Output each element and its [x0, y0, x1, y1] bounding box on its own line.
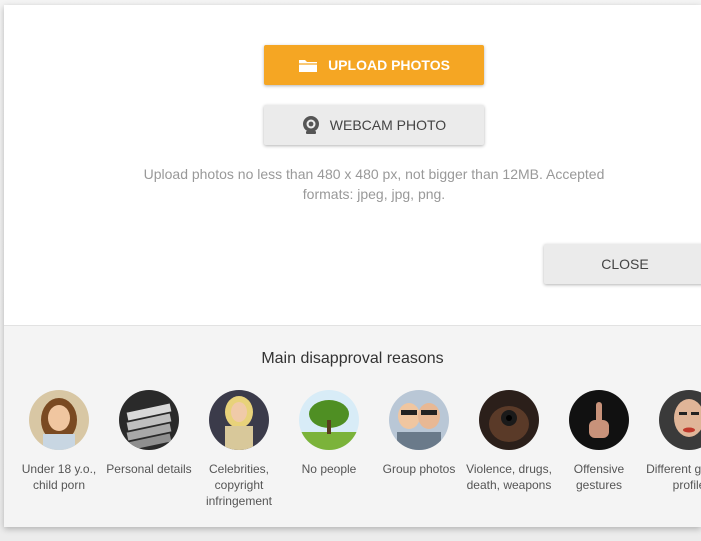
disapproval-reasons-panel: Main disapproval reasons Under 18 y.o., … [4, 325, 701, 527]
reason-no-people: No people [284, 390, 374, 477]
reason-personal-details: Personal details [104, 390, 194, 477]
reason-label: Different gender profile [646, 462, 701, 492]
card-index-thumb [119, 390, 179, 450]
reason-violence: Violence, drugs, death, weapons [464, 390, 554, 493]
folder-icon [298, 57, 318, 73]
webcam-icon [302, 115, 320, 135]
upload-photos-button[interactable]: UPLOAD PHOTOS [264, 45, 484, 85]
reason-different-gender: Different gender profile [644, 390, 701, 493]
reason-label: Under 18 y.o., child porn [21, 462, 97, 492]
close-button[interactable]: CLOSE [544, 244, 701, 284]
reason-offensive-gestures: Offensive gestures [554, 390, 644, 493]
disapproval-reasons-title: Main disapproval reasons [261, 350, 444, 367]
webcam-photo-label: WEBCAM PHOTO [329, 117, 447, 133]
reason-label: Celebrities, copyright infringement [205, 462, 273, 508]
tree-photo-thumb [299, 390, 359, 450]
upload-photos-label: UPLOAD PHOTOS [328, 57, 450, 73]
reason-under-18: Under 18 y.o., child porn [14, 390, 104, 493]
close-label: CLOSE [601, 256, 649, 272]
gun-photo-thumb [479, 390, 539, 450]
reason-group-photos: Group photos [374, 390, 464, 477]
reason-label: Violence, drugs, death, weapons [466, 462, 552, 492]
group-photo-thumb [389, 390, 449, 450]
reason-label: No people [301, 462, 357, 476]
gesture-photo-thumb [569, 390, 629, 450]
reason-label: Offensive gestures [573, 462, 625, 492]
reason-label: Group photos [382, 462, 456, 476]
man-makeup-photo-thumb [659, 390, 701, 450]
reason-label: Personal details [106, 462, 192, 476]
celebrity-photo-thumb [209, 390, 269, 450]
upload-photo-dialog: UPLOAD PHOTOS WEBCAM PHOTO Upload photos… [4, 5, 701, 527]
reason-celebrities: Celebrities, copyright infringement [194, 390, 284, 509]
webcam-photo-button[interactable]: WEBCAM PHOTO [264, 105, 484, 145]
girl-photo-thumb [29, 390, 89, 450]
upload-requirements-text: Upload photos no less than 480 x 480 px,… [143, 166, 605, 202]
